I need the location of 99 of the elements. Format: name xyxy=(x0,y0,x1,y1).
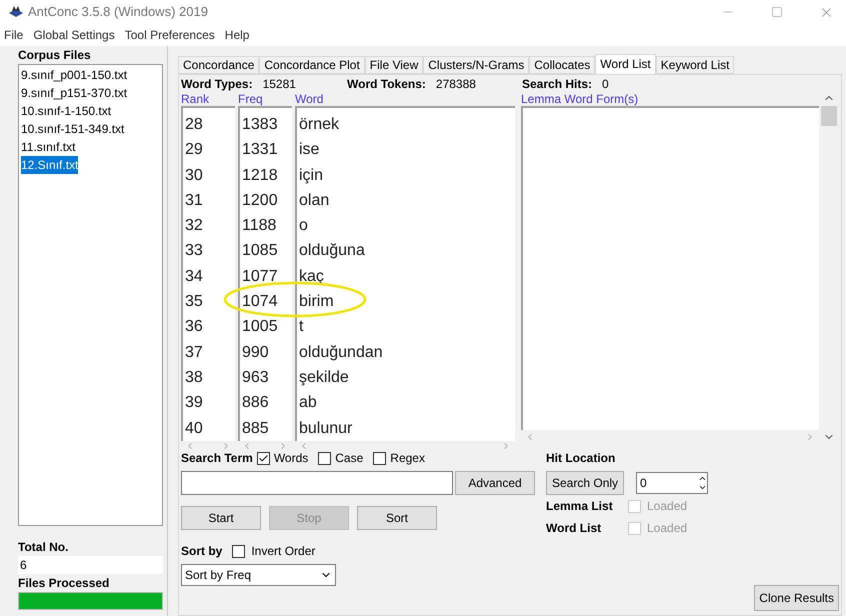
list-cell[interactable]: 963 xyxy=(242,364,290,390)
list-cell[interactable]: 38 xyxy=(185,364,233,390)
list-cell[interactable]: olduğundan xyxy=(299,340,513,365)
corpus-file-entry[interactable]: 10.sınıf-1-150.txt xyxy=(21,102,112,120)
menu-item[interactable]: Help xyxy=(224,26,250,44)
list-cell[interactable]: 33 xyxy=(185,238,233,264)
checkbox-label[interactable]: Words xyxy=(274,449,308,467)
list-cell[interactable]: 32 xyxy=(185,213,233,238)
list-cell[interactable]: 990 xyxy=(242,340,290,365)
list-cell[interactable]: ise xyxy=(299,137,513,163)
list-cell[interactable]: kaç xyxy=(299,264,513,290)
list-cell[interactable]: 1085 xyxy=(242,238,290,264)
list-cell[interactable]: 29 xyxy=(185,137,233,163)
stat-label: Word Tokens: xyxy=(347,76,426,92)
tab[interactable]: Clusters/N-Grams xyxy=(423,56,530,74)
column-header[interactable]: Freq xyxy=(238,92,295,106)
checkbox-label[interactable]: Invert Order xyxy=(251,542,316,560)
list-cell[interactable]: 37 xyxy=(185,340,233,365)
list-cell[interactable]: birim xyxy=(299,289,513,314)
list-cell[interactable]: örnek xyxy=(299,112,513,138)
stat-label: Search Hits: xyxy=(522,76,592,92)
loaded-label: Loaded xyxy=(647,498,688,515)
corpus-file-entry[interactable]: 9.sınıf_p151-370.txt xyxy=(21,84,128,102)
corpus-file-entry[interactable]: 12.Sınıf.txt xyxy=(21,156,78,174)
loaded-label: Loaded xyxy=(647,520,688,537)
list-cell[interactable]: için xyxy=(299,162,513,188)
search-only-button[interactable]: Search Only xyxy=(546,471,624,495)
list-cell[interactable]: 28 xyxy=(185,112,233,138)
maximize-icon[interactable] xyxy=(771,6,783,18)
column-header[interactable]: Lemma Word Form(s) xyxy=(521,92,638,106)
hit-location-label: Hit Location xyxy=(546,450,616,467)
clone-results-button[interactable]: Clone Results xyxy=(754,585,839,611)
menu-item[interactable]: Tool Preferences xyxy=(124,26,215,44)
search-field[interactable] xyxy=(181,471,453,495)
list-cell[interactable]: t xyxy=(299,314,513,340)
list-cell[interactable]: ab xyxy=(299,390,513,416)
tab[interactable]: Concordance xyxy=(178,56,260,74)
list-cell[interactable]: 1077 xyxy=(242,264,290,290)
app-logo-icon xyxy=(8,5,24,19)
tab[interactable]: File View xyxy=(364,56,424,74)
list-cell[interactable]: 1188 xyxy=(242,213,290,238)
menu-item[interactable]: Global Settings xyxy=(33,26,115,44)
list-cell[interactable]: 1005 xyxy=(242,314,290,340)
column-header[interactable]: Rank xyxy=(181,92,238,106)
action-button[interactable]: Start xyxy=(181,506,261,530)
corpus-file-entry[interactable]: 9.sınıf_p001-150.txt xyxy=(21,66,128,84)
list-cell[interactable]: 1383 xyxy=(242,112,290,138)
files-processed-label: Files Processed xyxy=(18,575,110,592)
list-label: Word List xyxy=(546,520,602,537)
total-label: Total No. xyxy=(18,539,70,556)
list-cell[interactable]: 31 xyxy=(185,188,233,214)
list-cell[interactable]: olan xyxy=(299,188,513,214)
checkbox-label[interactable]: Regex xyxy=(390,449,425,467)
list-cell[interactable]: şekilde xyxy=(299,364,513,390)
tab[interactable]: Keyword List xyxy=(656,56,734,74)
list-cell[interactable]: 1331 xyxy=(242,137,290,163)
panel-heading: Corpus Files xyxy=(18,47,92,64)
increment-icon xyxy=(698,474,708,483)
menu-item[interactable]: File xyxy=(4,26,24,44)
list-label: Lemma List xyxy=(546,498,614,515)
stat-value: 0 xyxy=(602,76,609,92)
action-button[interactable]: Sort xyxy=(357,506,437,530)
checkbox-label[interactable]: Case xyxy=(335,449,364,467)
list-cell[interactable]: 36 xyxy=(185,314,233,340)
list-cell[interactable]: 1200 xyxy=(242,188,290,214)
search-term-label: Search Term xyxy=(181,450,253,467)
window-title: AntConc 3.5.8 (Windows) 2019 xyxy=(28,3,208,22)
list-cell[interactable]: 39 xyxy=(185,390,233,416)
number-spinner[interactable]: 0 xyxy=(636,472,708,494)
list-cell[interactable]: o xyxy=(299,213,513,238)
column-header[interactable]: Word xyxy=(295,92,521,106)
list-cell[interactable]: 30 xyxy=(185,162,233,188)
checkbox[interactable] xyxy=(232,544,246,558)
list-cell[interactable]: 886 xyxy=(242,390,290,416)
tab[interactable]: Collocates xyxy=(529,56,596,74)
stat-value: 15281 xyxy=(262,76,296,92)
sort-dropdown[interactable]: Sort by Freq xyxy=(181,564,336,586)
tab[interactable]: Word List xyxy=(595,54,656,74)
list-cell[interactable]: 40 xyxy=(185,416,233,441)
total-value: 6 xyxy=(18,556,163,574)
tab[interactable]: Concordance Plot xyxy=(259,56,365,74)
corpus-file-entry[interactable]: 11.sınıf.txt xyxy=(21,138,76,156)
list-cell[interactable]: 1074 xyxy=(242,289,290,314)
checkbox[interactable] xyxy=(373,452,386,464)
list-cell[interactable]: 35 xyxy=(185,289,233,314)
checkbox[interactable] xyxy=(318,452,332,464)
decrement-icon xyxy=(698,483,708,492)
corpus-file-entry[interactable]: 10.sınıf-151-349.txt xyxy=(21,120,124,138)
list-cell[interactable]: 1218 xyxy=(242,162,290,188)
advanced-button[interactable]: Advanced xyxy=(455,471,535,495)
stat-label: Word Types: xyxy=(181,76,253,92)
scroll-thumb[interactable] xyxy=(821,106,837,126)
list-cell[interactable]: 885 xyxy=(242,416,290,441)
sort-by-label: Sort by xyxy=(181,543,222,560)
list-cell[interactable]: 34 xyxy=(185,264,233,290)
list-cell[interactable]: bulunur xyxy=(299,416,513,441)
stat-value: 278388 xyxy=(436,76,476,92)
list-cell[interactable]: olduğuna xyxy=(299,238,513,264)
checkbox[interactable] xyxy=(256,452,270,464)
